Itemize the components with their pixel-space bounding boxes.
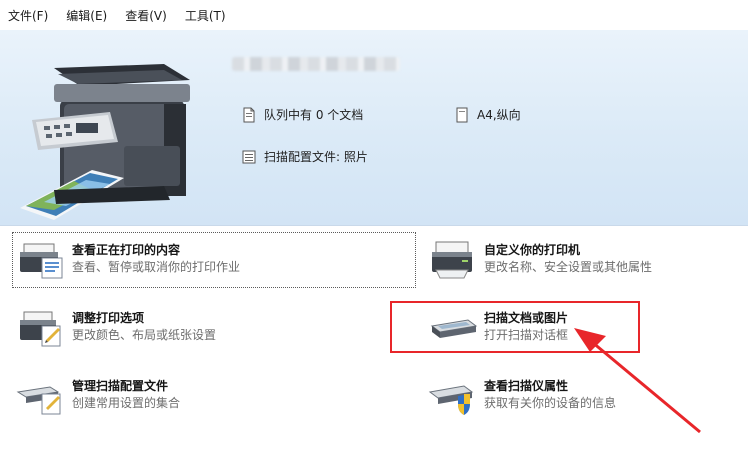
queue-text: 队列中有 0 个文档	[264, 108, 364, 122]
menu-tools[interactable]: 工具(T)	[185, 7, 226, 24]
task-customize-printer[interactable]: 自定义你的打印机 更改名称、安全设置或其他属性	[424, 232, 724, 288]
multifunction-printer-icon	[20, 64, 190, 220]
task-manage-scan-profiles[interactable]: 管理扫描配置文件 创建常用设置的集合	[12, 368, 416, 424]
paper-status: A4,纵向	[455, 106, 521, 123]
task-description: 更改名称、安全设置或其他属性	[484, 260, 653, 274]
print-options-icon	[20, 311, 61, 347]
menu-file[interactable]: 文件(F)	[8, 7, 48, 24]
task-title: 管理扫描配置文件	[72, 379, 169, 393]
scanner-shield-icon	[428, 385, 474, 415]
scan-profile-text: 扫描配置文件: 照片	[264, 150, 368, 164]
menu-edit[interactable]: 编辑(E)	[66, 7, 107, 24]
task-description: 创建常用设置的集合	[72, 396, 181, 410]
document-icon	[242, 107, 256, 123]
task-scanner-properties[interactable]: 查看扫描仪属性 获取有关你的设备的信息	[424, 368, 724, 424]
task-title: 查看正在打印的内容	[72, 243, 181, 257]
task-view-printing[interactable]: 查看正在打印的内容 查看、暂停或取消你的打印作业	[12, 232, 416, 288]
task-print-options[interactable]: 调整打印选项 更改颜色、布局或纸张设置	[12, 300, 416, 356]
scan-profile-icon	[242, 149, 256, 165]
menu-view[interactable]: 查看(V)	[125, 7, 167, 24]
scan-profile-manage-icon	[16, 386, 61, 415]
highlight-annotation-box	[390, 301, 640, 353]
task-description: 更改颜色、布局或纸张设置	[72, 328, 217, 342]
queue-status: 队列中有 0 个文档	[242, 106, 363, 123]
task-title: 查看扫描仪属性	[484, 379, 569, 393]
printer-header: 队列中有 0 个文档 A4,纵向 扫描配置文件: 照片	[0, 30, 748, 226]
scan-profile-status: 扫描配置文件: 照片	[242, 148, 368, 165]
task-title: 调整打印选项	[72, 311, 145, 325]
printer-queue-icon	[20, 243, 63, 279]
menu-bar: 文件(F) 编辑(E) 查看(V) 工具(T)	[0, 0, 748, 30]
task-description: 获取有关你的设备的信息	[484, 396, 617, 410]
task-title: 自定义你的打印机	[484, 243, 581, 257]
printer-icon	[432, 241, 472, 279]
task-description: 查看、暂停或取消你的打印作业	[72, 260, 241, 274]
page-icon	[455, 107, 469, 123]
paper-text: A4,纵向	[477, 108, 521, 122]
printer-name-redacted	[232, 57, 400, 71]
